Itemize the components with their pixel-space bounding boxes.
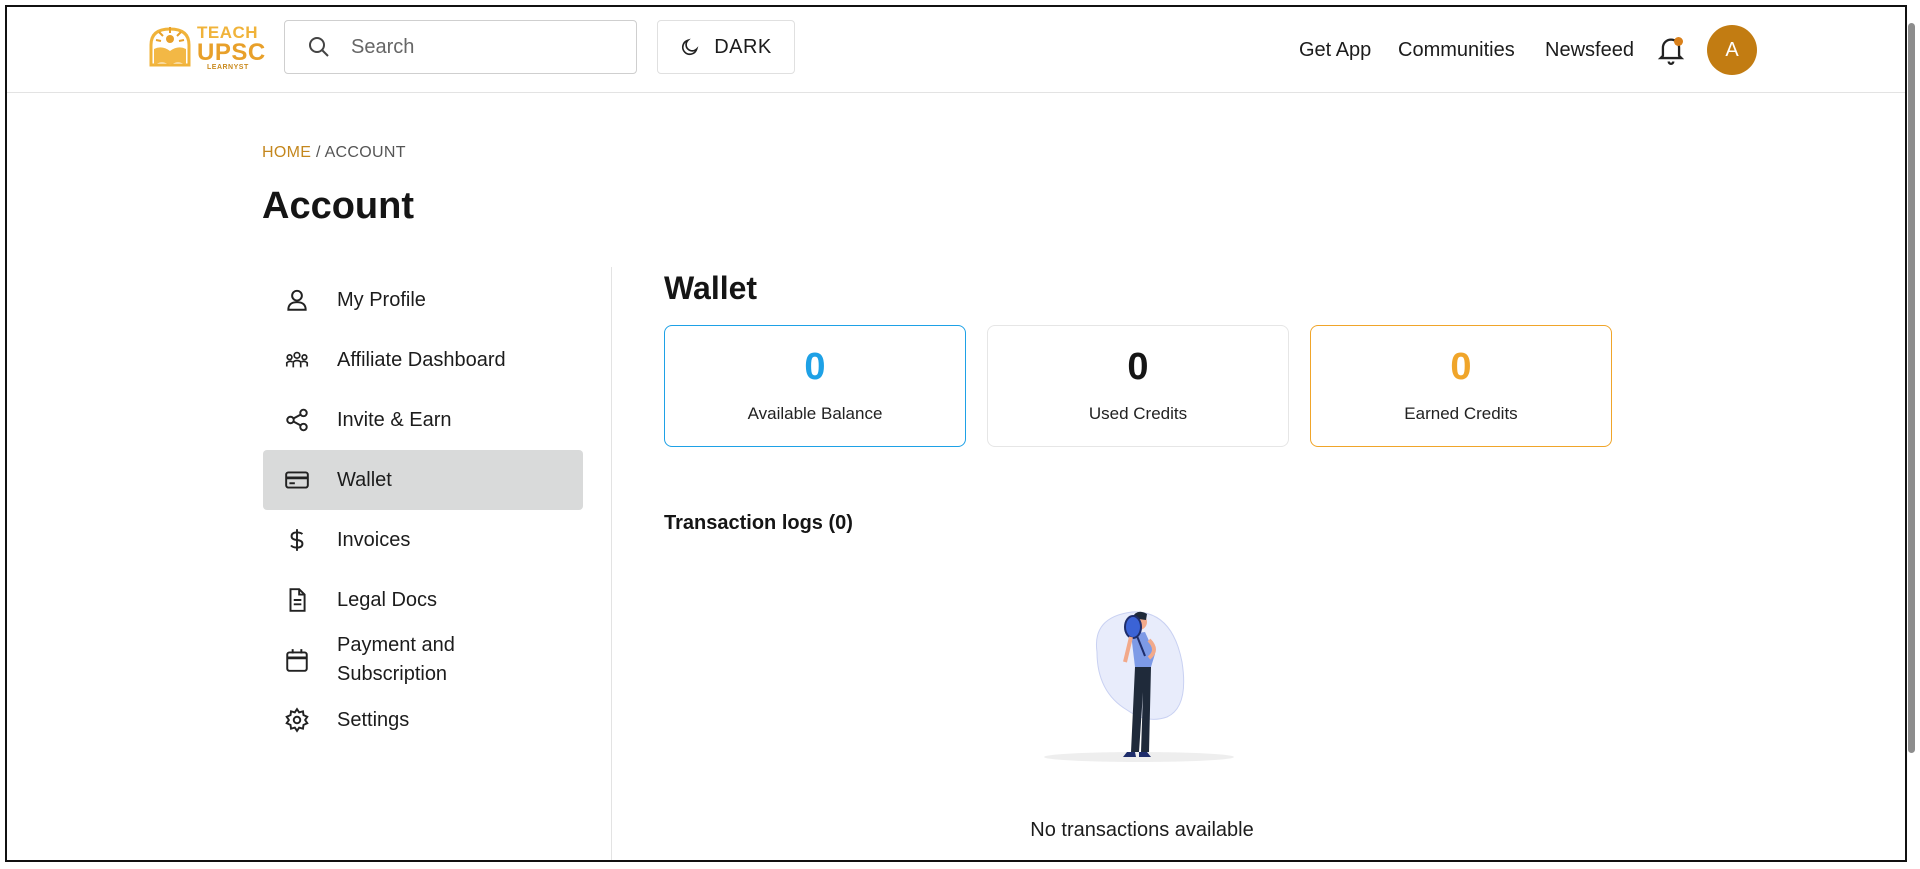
breadcrumb: HOME / ACCOUNT	[262, 144, 406, 162]
wallet-title: Wallet	[664, 270, 758, 306]
logo-book-icon	[149, 27, 191, 67]
nav-communities[interactable]: Communities	[1398, 7, 1515, 93]
logo-text-learnyst: LEARNYST	[207, 64, 249, 71]
credit-card-icon	[283, 466, 311, 494]
breadcrumb-separator: /	[315, 144, 321, 161]
page-title: Account	[262, 185, 414, 227]
sidebar-item-payment-subscription[interactable]: Payment and Subscription	[263, 630, 583, 690]
calendar-icon	[283, 646, 311, 674]
sidebar-item-label-line1: Payment and	[337, 634, 455, 656]
browser-viewport: TEACH UPSC LEARNYST DARK Get App Communi…	[5, 5, 1907, 862]
nav-get-app[interactable]: Get App	[1299, 7, 1371, 93]
sidebar-item-label-line2: Subscription	[337, 663, 448, 685]
sidebar-item-affiliate-dashboard[interactable]: Affiliate Dashboard	[263, 330, 583, 390]
used-credits-value: 0	[1127, 346, 1149, 388]
sidebar-item-label: Payment and Subscription	[337, 631, 455, 689]
used-credits-card: 0 Used Credits	[987, 325, 1289, 447]
gear-icon	[283, 706, 311, 734]
available-balance-label: Available Balance	[747, 404, 883, 423]
sidebar-item-invite-earn[interactable]: Invite & Earn	[263, 390, 583, 450]
breadcrumb-current: ACCOUNT	[324, 144, 406, 161]
nav-newsfeed[interactable]: Newsfeed	[1545, 7, 1634, 93]
share-icon	[283, 406, 311, 434]
dark-mode-label: DARK	[714, 35, 772, 58]
notification-bell[interactable]	[1657, 35, 1685, 65]
available-balance-card: 0 Available Balance	[664, 325, 966, 447]
dark-mode-toggle[interactable]: DARK	[657, 20, 795, 74]
breadcrumb-home[interactable]: HOME	[262, 144, 311, 161]
sidebar-item-label: Invite & Earn	[337, 408, 452, 431]
sidebar-item-label: Settings	[337, 708, 410, 731]
sidebar-item-my-profile[interactable]: My Profile	[263, 270, 583, 330]
notification-dot	[1674, 37, 1683, 46]
empty-state-message: No transactions available	[1030, 819, 1254, 841]
people-group-icon	[283, 346, 311, 374]
sidebar-item-label: My Profile	[337, 288, 426, 311]
sidebar-item-invoices[interactable]: Invoices	[263, 510, 583, 570]
sidebar-item-legal-docs[interactable]: Legal Docs	[263, 570, 583, 630]
search-icon	[309, 37, 329, 57]
sidebar-item-label: Legal Docs	[337, 588, 438, 611]
user-icon	[283, 286, 311, 314]
moon-icon	[682, 38, 699, 56]
vertical-scrollbar[interactable]	[1906, 5, 1918, 862]
earned-credits-card: 0 Earned Credits	[1310, 325, 1612, 447]
empty-state-illustration	[1044, 611, 1234, 762]
scrollbar-thumb[interactable]	[1908, 23, 1915, 753]
sidebar-item-settings[interactable]: Settings	[263, 690, 583, 750]
sidebar-item-label: Invoices	[337, 528, 411, 551]
dollar-icon	[283, 526, 311, 554]
top-header: TEACH UPSC LEARNYST DARK Get App Communi…	[7, 7, 1905, 93]
used-credits-label: Used Credits	[1088, 404, 1188, 423]
sidebar-item-wallet[interactable]: Wallet	[263, 450, 583, 510]
search-input[interactable]	[351, 35, 601, 59]
document-icon	[283, 586, 311, 614]
search-box[interactable]	[284, 20, 637, 74]
user-avatar[interactable]: A	[1707, 25, 1757, 75]
teach-upsc-logo[interactable]: TEACH UPSC LEARNYST	[147, 21, 267, 73]
available-balance-value: 0	[804, 346, 826, 388]
logo-text-upsc: UPSC	[197, 39, 266, 66]
transaction-logs-title: Transaction logs (0)	[664, 512, 853, 534]
earned-credits-value: 0	[1450, 346, 1472, 388]
sidebar-divider	[611, 267, 612, 860]
sidebar-item-label: Wallet	[337, 468, 392, 491]
earned-credits-label: Earned Credits	[1404, 404, 1518, 423]
sidebar-item-label: Affiliate Dashboard	[337, 348, 506, 371]
